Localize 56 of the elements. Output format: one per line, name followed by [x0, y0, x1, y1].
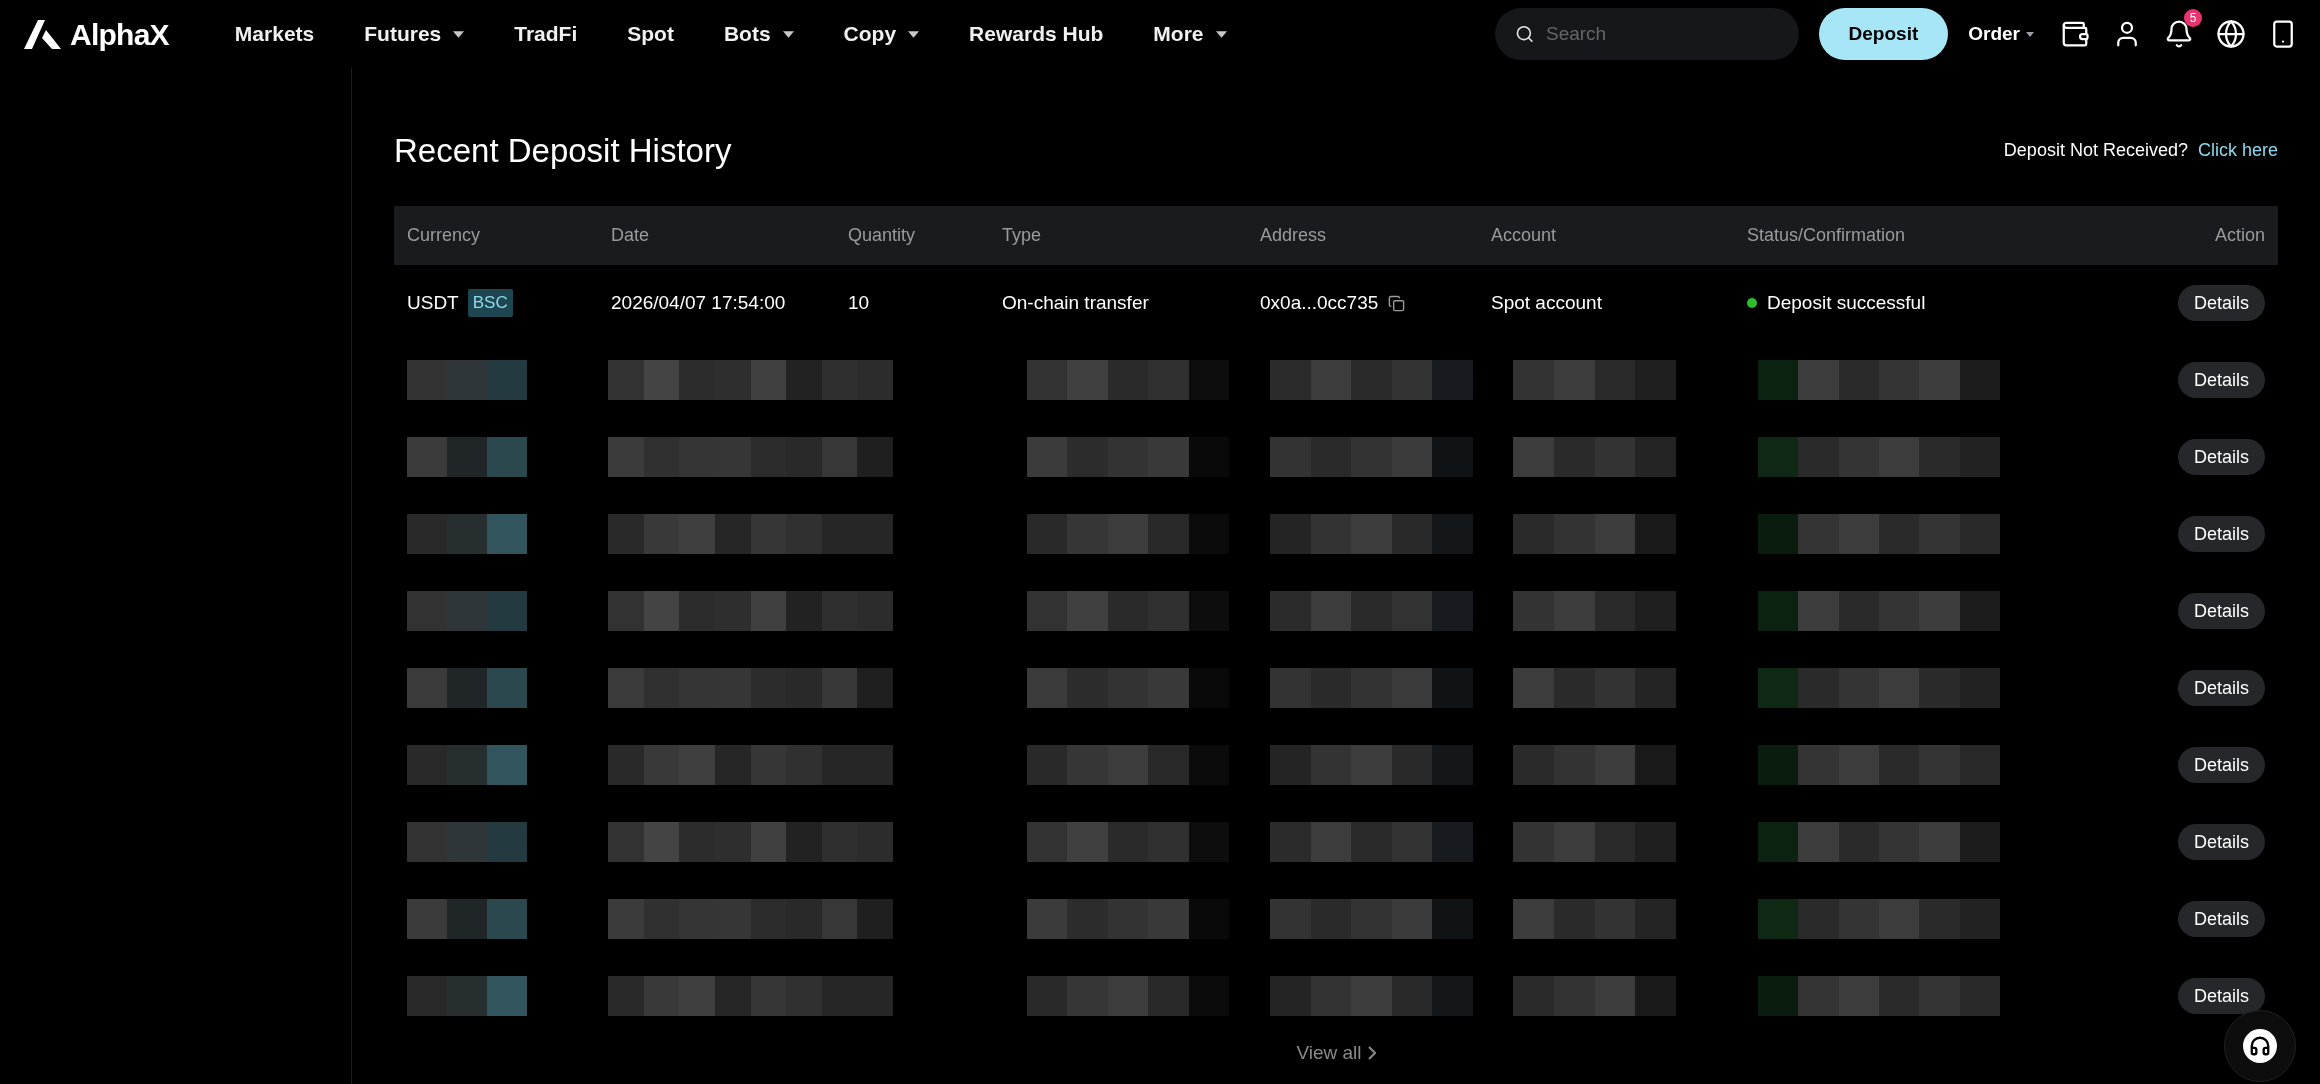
page-title: Recent Deposit History: [394, 131, 732, 171]
caret-icon: [782, 30, 794, 38]
help-link[interactable]: Click here: [2197, 137, 2278, 165]
help-text: Deposit Not Received?: [2003, 139, 2188, 163]
details-button[interactable]: Details: [2177, 978, 2265, 1014]
details-button[interactable]: Details: [2177, 901, 2265, 937]
nav-link[interactable]: Spot: [627, 18, 674, 50]
caret-icon: [2026, 31, 2034, 37]
column-header: Action: [2214, 223, 2265, 247]
headset-icon: [2249, 1035, 2271, 1057]
table-cell-text: On-chain transfer: [1002, 290, 1150, 315]
caret-icon: [908, 30, 920, 38]
details-button[interactable]: Details: [2177, 593, 2265, 629]
details-button[interactable]: Details: [2177, 670, 2265, 706]
caret-icon: [453, 30, 465, 38]
caret-icon: [1215, 30, 1227, 38]
search-input[interactable]: Search: [1545, 19, 1779, 49]
search-field[interactable]: Search: [1494, 8, 1799, 60]
table-cell-text: 10: [848, 290, 871, 315]
chevron-right-icon: [1367, 1045, 1376, 1060]
column-header: Date: [611, 223, 651, 247]
globe-icon[interactable]: [2216, 19, 2246, 49]
network-tag: BSC: [467, 289, 513, 317]
nav-link[interactable]: Futures: [364, 18, 465, 50]
details-button[interactable]: Details: [2177, 824, 2265, 860]
nav-link[interactable]: Copy: [843, 18, 920, 50]
column-header: Account: [1491, 223, 1558, 247]
notification-badge: 5: [2184, 9, 2202, 27]
nav-link[interactable]: More: [1153, 18, 1227, 50]
column-header: Currency: [407, 223, 482, 247]
column-header: Address: [1260, 223, 1328, 247]
nav-link[interactable]: Markets: [234, 18, 315, 50]
copy-icon[interactable]: [1388, 294, 1406, 312]
details-button[interactable]: Details: [2177, 439, 2265, 475]
nav-link[interactable]: Rewards Hub: [969, 18, 1104, 50]
logo-icon: [22, 18, 62, 50]
nav-link[interactable]: TradFi: [514, 18, 578, 50]
nav-link[interactable]: Bots: [723, 18, 794, 50]
table-cell-text: Spot account: [1491, 290, 1603, 315]
wallet-icon[interactable]: [2060, 19, 2090, 49]
details-button[interactable]: Details: [2177, 285, 2265, 321]
view-all-link[interactable]: View all: [1296, 1038, 1376, 1067]
column-header: Status/Confirmation: [1747, 223, 1907, 247]
order-menu[interactable]: Order: [1968, 19, 2034, 49]
column-header: Quantity: [848, 223, 917, 247]
table-cell-text: USDT: [407, 290, 459, 315]
details-button[interactable]: Details: [2177, 747, 2265, 783]
table-cell-text: Deposit successful: [1767, 290, 1926, 315]
search-icon: [1514, 23, 1534, 45]
table-cell-text: 2026/04/07 17:54:00: [611, 290, 787, 315]
deposit-button[interactable]: Deposit: [1818, 8, 1949, 60]
logo-text: AlphaX: [70, 16, 169, 53]
table-cell-text: 0x0a...0cc735: [1260, 290, 1379, 315]
column-header: Type: [1002, 223, 1043, 247]
details-button[interactable]: Details: [2177, 362, 2265, 398]
details-button[interactable]: Details: [2177, 516, 2265, 552]
